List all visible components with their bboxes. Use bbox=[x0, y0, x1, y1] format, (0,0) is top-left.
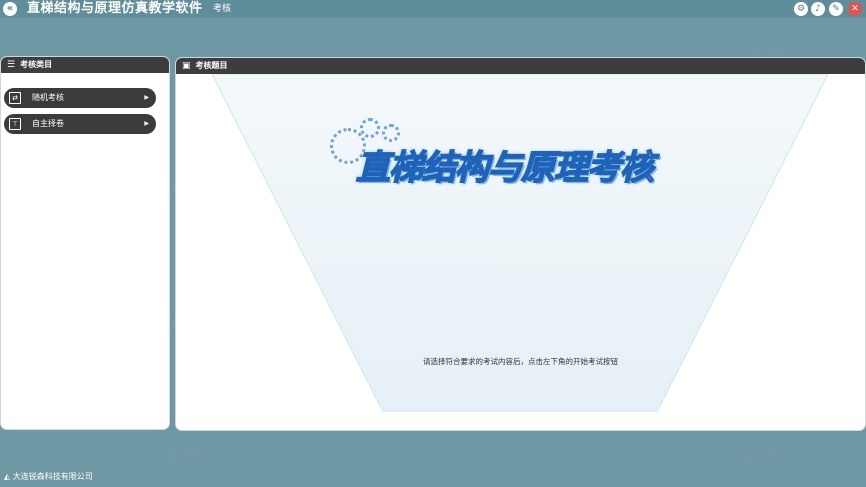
wrench-icon[interactable]: ✎ bbox=[829, 2, 843, 16]
close-icon[interactable]: ✕ bbox=[848, 2, 862, 16]
chevron-right-icon: ▶ bbox=[144, 94, 149, 101]
category-item-label: 自主择卷 bbox=[32, 119, 64, 128]
app-title: 直梯结构与原理仿真教学软件 bbox=[27, 1, 203, 16]
category-item-random-exam[interactable]: ⇄ 随机考核 ▶ bbox=[4, 88, 156, 108]
select-paper-icon: ⊤ bbox=[9, 118, 21, 130]
exam-logo: 直梯结构与原理考核 bbox=[326, 116, 696, 196]
speaker-icon[interactable]: ♪ bbox=[811, 2, 825, 16]
exam-panel: ▣ 考核题目 直梯结构与原理考核 请选择符合要求的考试内容后，点击左下角的开始考试… bbox=[176, 58, 865, 430]
exam-panel-title: 考核题目 bbox=[195, 61, 228, 70]
book-icon: ▣ bbox=[182, 61, 191, 71]
company-name: 大连锐森科技有限公司 bbox=[12, 472, 93, 481]
gear-icon[interactable]: ⚙ bbox=[794, 2, 808, 16]
menu-icon: ☰ bbox=[7, 60, 16, 70]
category-panel: ☰ 考核类目 ⇄ 随机考核 ▶ ⊤ 自主择卷 ▶ bbox=[1, 57, 169, 429]
mode-label: 考核 bbox=[213, 4, 232, 14]
watermark: 锐森科技RUISENKEJI bbox=[738, 447, 791, 468]
random-exam-icon: ⇄ bbox=[9, 92, 21, 104]
exam-panel-header: ▣ 考核题目 bbox=[176, 58, 865, 74]
company-logo-icon: ◭ bbox=[4, 472, 11, 481]
gear-icon bbox=[360, 118, 380, 138]
category-item-label: 随机考核 bbox=[32, 93, 64, 102]
category-panel-title: 考核类目 bbox=[20, 60, 53, 69]
back-arrow-icon[interactable]: « bbox=[3, 2, 17, 16]
category-panel-header: ☰ 考核类目 bbox=[1, 57, 169, 73]
footer-company: ◭ 大连锐森科技有限公司 bbox=[4, 471, 93, 483]
category-item-select-paper[interactable]: ⊤ 自主择卷 ▶ bbox=[4, 114, 156, 134]
title-bar: « 直梯结构与原理仿真教学软件 考核 ⚙ ♪ ✎ ✕ bbox=[0, 0, 866, 18]
watermark: 锐森科技RUISENKEJI bbox=[168, 447, 221, 468]
chevron-right-icon: ▶ bbox=[144, 120, 149, 127]
instruction-text: 请选择符合要求的考试内容后，点击左下角的开始考试按钮 bbox=[423, 357, 618, 366]
logo-title: 直梯结构与原理考核 bbox=[355, 147, 655, 189]
